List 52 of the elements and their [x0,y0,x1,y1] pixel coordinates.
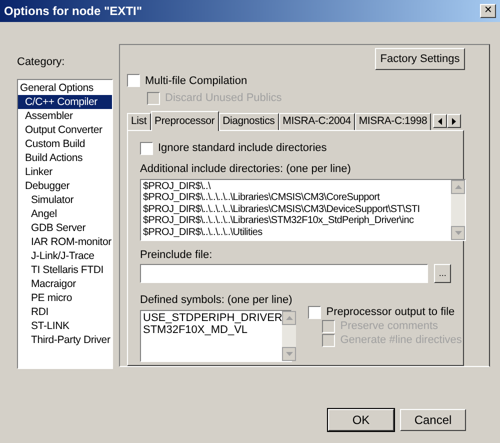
browse-button[interactable]: ... [434,264,451,284]
category-item[interactable]: Output Converter [18,122,112,136]
checkbox-label: Ignore standard include directories [158,141,327,156]
category-item[interactable]: Linker [18,164,112,178]
include-directories-field[interactable] [140,178,466,241]
category-item[interactable]: Third-Party Driver [18,332,112,346]
checkbox[interactable] [308,306,322,319]
checkbox[interactable] [127,74,140,88]
text-line: USE_STDPERIPH_DRIVER [143,312,282,324]
tab[interactable]: Diagnostics [218,113,279,130]
category-item[interactable]: Simulator [18,192,112,206]
text-line: STM32F10X_MD_VL [143,324,249,336]
text-line: $PROJ_DIR$\..\..\..\..\Utilities [143,226,264,238]
field-label: Defined symbols: (one per line) [140,293,292,308]
scroll-right-icon[interactable] [452,118,456,125]
checkbox[interactable] [140,142,153,155]
text-line: $PROJ_DIR$\..\..\..\..\Libraries\CMSIS\CM3\DeviceSupport\ST\STI [143,204,421,216]
field-label: Preinclude file: [140,248,214,263]
preinclude-field[interactable] [140,264,428,284]
category-item[interactable]: IAR ROM-monitor [18,234,112,248]
category-item[interactable]: Debugger [18,178,112,192]
category-item[interactable]: Custom Build [18,136,112,150]
close-button[interactable]: ✕ [480,4,496,18]
category-item[interactable]: Build Actions [18,150,112,164]
category-item[interactable]: GDB Server [18,220,112,234]
factory-settings-button[interactable]: Factory Settings [375,48,465,70]
tab[interactable]: MISRA-C:2004 [278,113,355,130]
tab[interactable]: MISRA-C:1998 [354,113,432,130]
window-title: Options for node "EXTI" [4,3,142,20]
category-item[interactable]: TI Stellaris FTDI [18,262,112,276]
checkbox-label: Preprocessor output to file [326,305,455,320]
category-item[interactable]: J-Link/J-Trace [18,248,112,262]
category-item[interactable]: Assembler [18,108,112,122]
category-item[interactable]: ST-LINK [18,318,112,332]
checkbox-row[interactable]: Preprocessor output to file [308,305,462,320]
category-item[interactable]: C/C++ Compiler [18,94,112,108]
text-line: $PROJ_DIR$\..\..\..\..\Libraries\STM32F10x_StdPeriph_Driver\inc [143,215,415,227]
text-line: $PROJ_DIR$\..\..\..\..\Libraries\CMSIS\CM3\CoreSupport [143,192,381,204]
category-item[interactable]: Angel [18,206,112,220]
category-item[interactable]: Macraigor [18,276,112,290]
category-item[interactable]: RDI [18,304,112,318]
category-label: Category: [17,55,66,70]
scroll-left-icon[interactable] [438,118,442,125]
tab[interactable]: Preprocessor [150,111,219,132]
dialog-button[interactable]: Cancel [400,409,466,431]
text-line: $PROJ_DIR$\..\ [143,180,212,192]
tab[interactable]: List [127,113,151,130]
dialog-button[interactable]: OK [328,409,394,431]
checkbox-label: Multi-file Compilation [145,74,248,89]
field-label: Additional include directories: (one per line) [140,162,352,178]
category-item[interactable]: General Options [18,80,112,94]
category-item[interactable]: PE micro [18,290,112,304]
